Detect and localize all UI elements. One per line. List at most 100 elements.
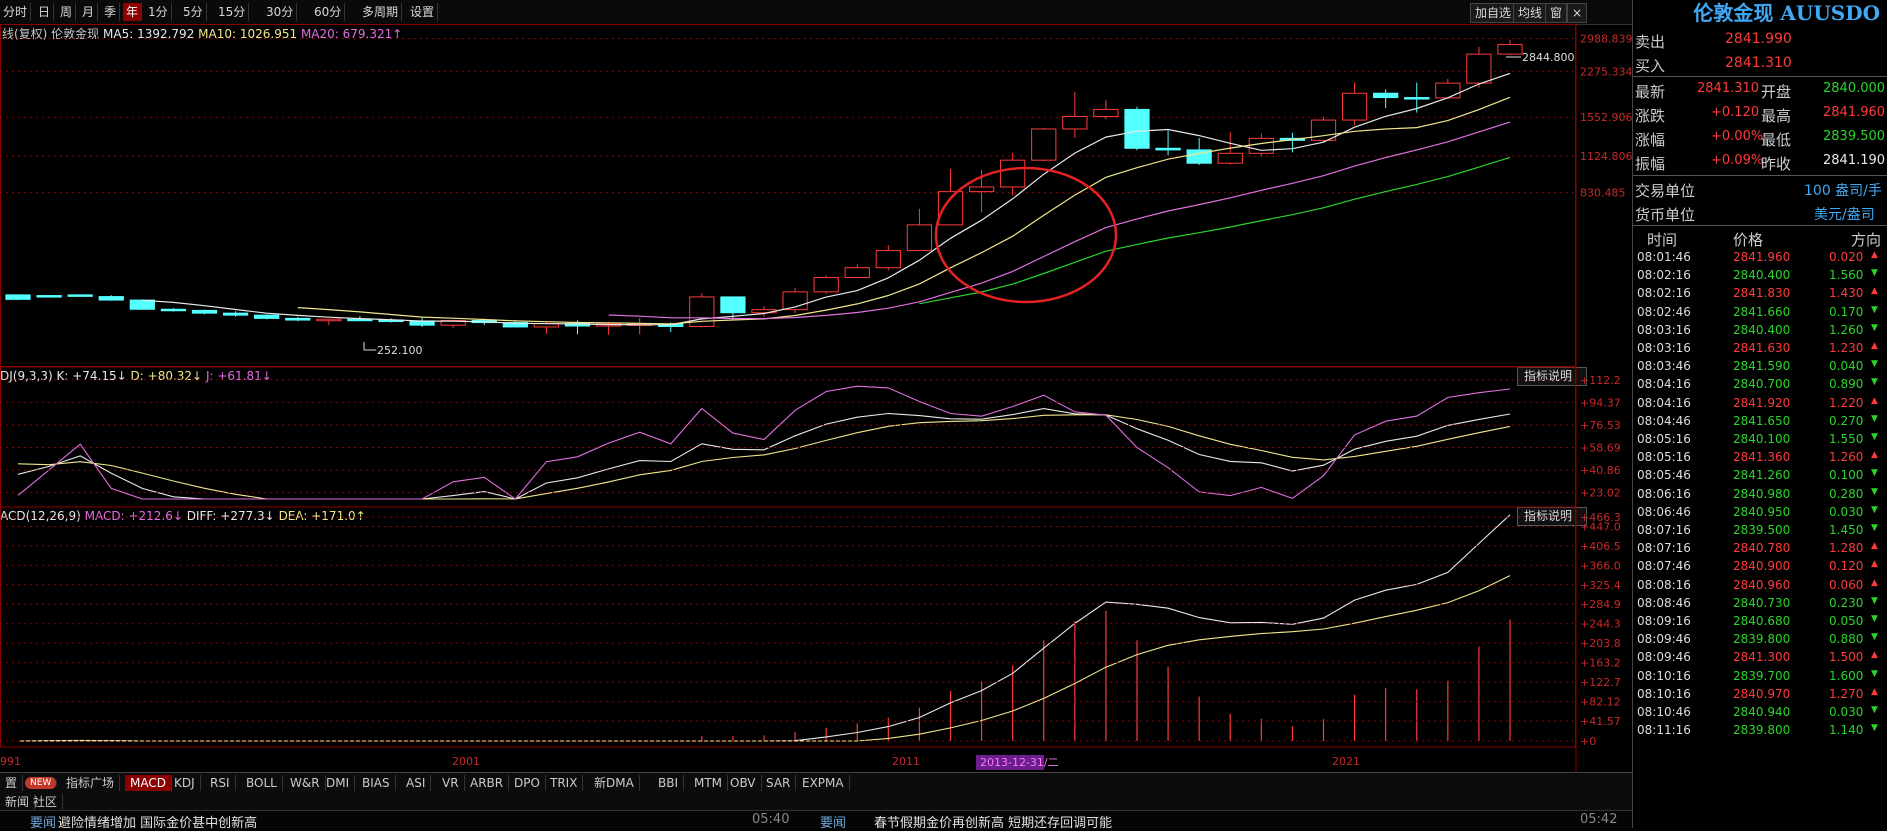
trade-row: 08:07:46 2840.900 0.120 ▲ bbox=[1633, 557, 1887, 575]
indicator-tab-3[interactable]: MACD bbox=[125, 775, 172, 791]
period-tab-11[interactable]: 多周期 bbox=[359, 3, 403, 21]
trade-row: 08:04:46 2841.650 0.270 ▼ bbox=[1633, 412, 1887, 430]
add-favorite-button[interactable]: 加自选 bbox=[1470, 3, 1517, 23]
indicator-tab-13[interactable]: DPO bbox=[509, 775, 546, 791]
trade-volume: 0.030 bbox=[1829, 504, 1864, 519]
trade-time: 08:05:16 bbox=[1637, 450, 1691, 465]
trade-price: 2841.630 bbox=[1733, 341, 1791, 355]
trade-row: 08:05:16 2841.360 1.260 ▲ bbox=[1633, 448, 1887, 466]
indicator-tab-8[interactable]: DMI bbox=[321, 775, 356, 791]
trade-row: 08:05:16 2840.100 1.550 ▼ bbox=[1633, 430, 1887, 448]
ma-toggle-button[interactable]: 均线 bbox=[1513, 3, 1548, 23]
trade-price: 2840.970 bbox=[1733, 686, 1791, 701]
close-icon[interactable]: × bbox=[1567, 3, 1588, 23]
indicator-tab-4[interactable]: KDJ bbox=[169, 775, 201, 791]
period-tab-4[interactable]: 季 bbox=[101, 3, 121, 21]
period-tab-12[interactable]: 设置 bbox=[407, 3, 439, 21]
indicator-tab-0[interactable]: 置 bbox=[0, 775, 24, 791]
trade-price: 2840.980 bbox=[1733, 486, 1791, 501]
period-tab-10[interactable]: 60分 bbox=[311, 3, 346, 21]
kdj-j-line bbox=[17, 385, 1511, 500]
period-tab-2[interactable]: 周 bbox=[57, 3, 77, 21]
amp-label: 振幅 bbox=[1635, 155, 1666, 173]
indicator-tab-6[interactable]: BOLL bbox=[241, 775, 283, 791]
indicator-tab-5[interactable]: RSI bbox=[205, 775, 236, 791]
latest-row: 最新 2841.310 开盘 2840.000 bbox=[1633, 78, 1887, 102]
macd-tick: +122.7 bbox=[1580, 676, 1621, 689]
indicator-tab-18[interactable]: OBV bbox=[725, 775, 762, 791]
trade-time: 08:10:46 bbox=[1637, 705, 1691, 719]
candle bbox=[1341, 82, 1368, 126]
candle bbox=[67, 294, 93, 297]
indicator-tab-20[interactable]: EXPMA bbox=[797, 775, 850, 791]
candle bbox=[875, 245, 901, 271]
pct-label: 涨幅 bbox=[1635, 131, 1666, 149]
diff-line bbox=[17, 514, 1511, 742]
indicator-tab-14[interactable]: TRIX bbox=[545, 775, 584, 791]
trade-volume: 0.270 bbox=[1829, 413, 1864, 428]
candle bbox=[1373, 89, 1399, 108]
news-headline-1[interactable]: 避险情绪增加 国际金价甚中创新高 bbox=[58, 812, 257, 831]
trade-time: 08:02:46 bbox=[1637, 304, 1691, 319]
trade-volume: 1.430 bbox=[1829, 286, 1864, 301]
arrow-up-icon: ▲ bbox=[1871, 559, 1878, 570]
indicator-tab-9[interactable]: BIAS bbox=[357, 775, 396, 791]
candle bbox=[191, 309, 218, 315]
period-tab-3[interactable]: 月 bbox=[79, 3, 99, 21]
indicator-tab-12[interactable]: ARBR bbox=[465, 775, 510, 791]
news-tag-1: 要闻 bbox=[30, 816, 57, 831]
arrow-up-icon: ▲ bbox=[1871, 395, 1878, 406]
news-time-1: 05:40 bbox=[752, 812, 790, 827]
macd-tick: +163.2 bbox=[1580, 657, 1621, 670]
high-label: 最高 bbox=[1761, 107, 1792, 125]
indicator-tab-7[interactable]: W&R bbox=[285, 775, 326, 791]
period-tab-7[interactable]: 5分 bbox=[180, 3, 207, 21]
trade-price: 2841.660 bbox=[1733, 304, 1791, 319]
indicator-tab-10[interactable]: ASI bbox=[401, 775, 432, 791]
trade-volume: 1.260 bbox=[1829, 450, 1864, 465]
indicator-tab-2[interactable]: 指标广场 bbox=[61, 775, 121, 791]
period-tab-9[interactable]: 30分 bbox=[263, 3, 298, 21]
indicator-tab-15[interactable]: 新DMA bbox=[589, 775, 640, 791]
window-button[interactable]: 窗 bbox=[1545, 3, 1568, 23]
trade-time: 08:06:16 bbox=[1637, 486, 1691, 501]
latest-price: 2841.310 bbox=[1697, 81, 1760, 96]
change-label: 涨跌 bbox=[1635, 107, 1666, 125]
indicator-tab-16[interactable]: BBI bbox=[653, 775, 685, 791]
price-tick: 1552.906 bbox=[1580, 111, 1632, 124]
pct-value: +0.00% bbox=[1711, 129, 1764, 144]
change-value: +0.120 bbox=[1711, 105, 1760, 120]
candle bbox=[1155, 130, 1181, 156]
trade-time: 08:02:16 bbox=[1637, 268, 1691, 283]
trade-volume: 0.060 bbox=[1829, 577, 1864, 592]
high-marker-label: 2844.800 bbox=[1522, 51, 1575, 64]
period-tab-1[interactable]: 日 bbox=[35, 3, 55, 21]
trade-price: 2841.650 bbox=[1733, 413, 1791, 428]
trade-row: 08:09:46 2841.300 1.500 ▲ bbox=[1633, 648, 1887, 666]
indicator-tab-19[interactable]: SAR bbox=[761, 775, 797, 791]
candle bbox=[1031, 127, 1057, 162]
news-headline-2[interactable]: 春节假期金价再创新高 短期还存回调可能 bbox=[874, 812, 1112, 831]
trade-time: 08:06:46 bbox=[1637, 504, 1691, 519]
macd-lines bbox=[17, 514, 1511, 742]
tab-community[interactable]: 社区 bbox=[28, 794, 64, 810]
sell-label: 卖出 bbox=[1635, 33, 1666, 51]
indicator-tab-17[interactable]: MTM bbox=[689, 775, 729, 791]
trade-time: 08:09:46 bbox=[1637, 632, 1691, 647]
trades-list[interactable]: 08:01:46 2841.960 0.020 ▲ 08:02:16 2840.400 1.… bbox=[1633, 248, 1887, 828]
trade-volume: 1.260 bbox=[1829, 322, 1864, 337]
kdj-k-line bbox=[17, 408, 1511, 500]
indicator-tab-1[interactable]: NEW bbox=[25, 777, 58, 789]
chart-canvas[interactable]: 2988.8392275.3341552.9061124.806830.485 … bbox=[0, 24, 1632, 772]
trade-time: 08:05:16 bbox=[1637, 432, 1691, 446]
instrument-title: 伦敦金现 AUUSDO bbox=[1693, 1, 1880, 25]
cursor-date-label: 2013-12-31/二 bbox=[980, 756, 1059, 769]
period-tab-5[interactable]: 年 bbox=[123, 3, 143, 21]
trade-price: 2840.780 bbox=[1733, 541, 1791, 556]
period-tab-8[interactable]: 15分 bbox=[215, 3, 250, 21]
period-tab-6[interactable]: 1分 bbox=[145, 3, 172, 21]
indicator-tab-11[interactable]: VR bbox=[437, 775, 465, 791]
trade-row: 08:02:16 2840.400 1.560 ▼ bbox=[1633, 266, 1887, 284]
candle bbox=[254, 314, 280, 320]
period-tab-0[interactable]: 分时 bbox=[0, 3, 32, 21]
